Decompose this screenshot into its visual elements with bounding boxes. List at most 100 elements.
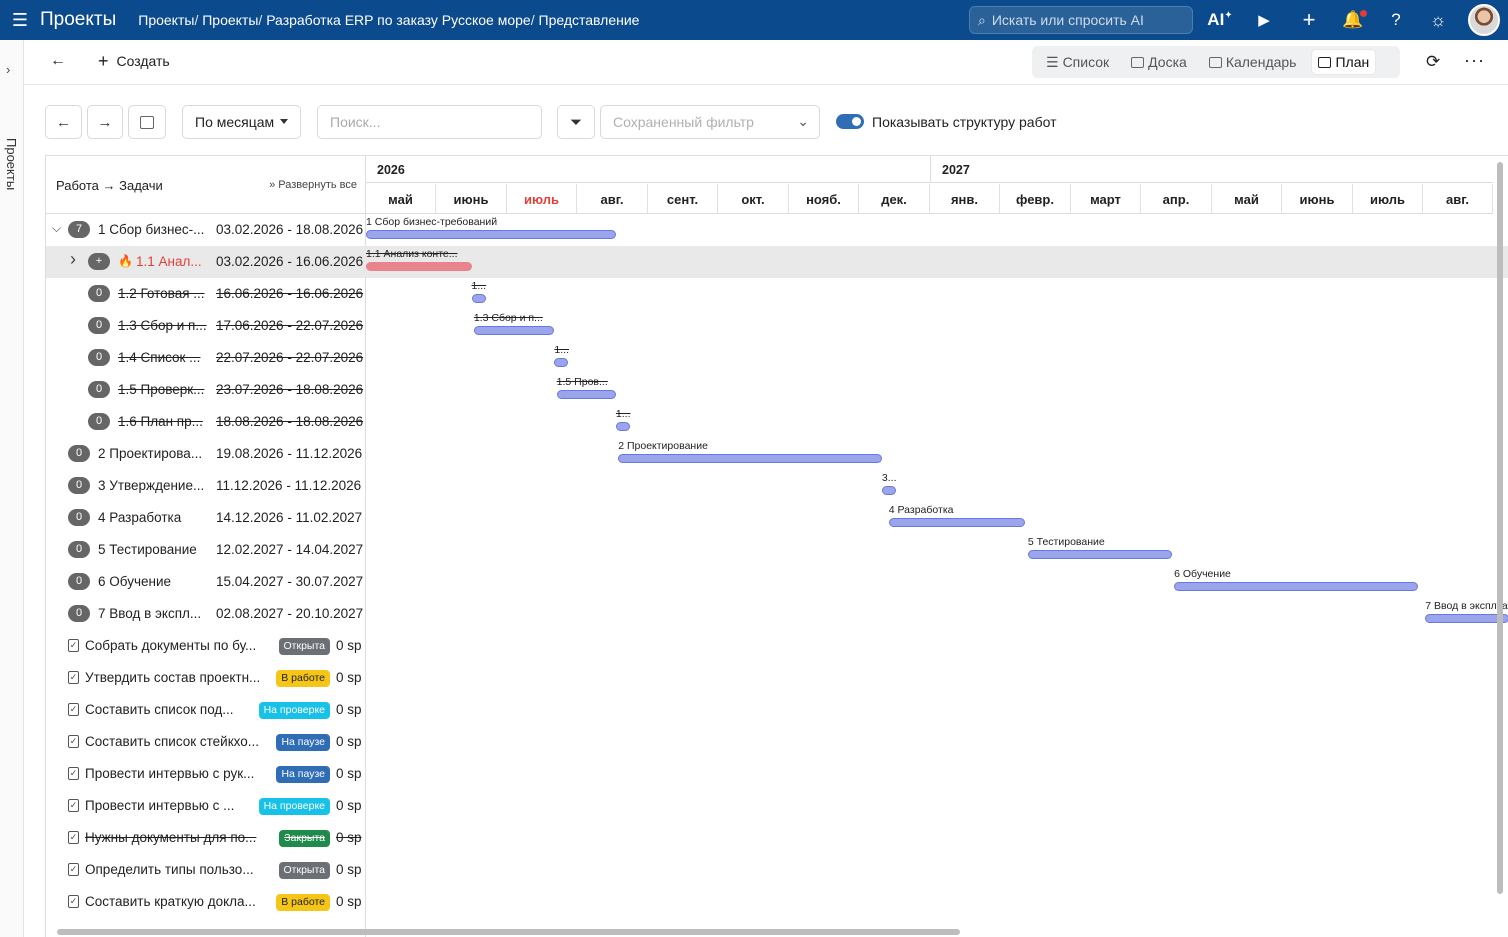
- status-badge[interactable]: Открыта: [278, 862, 330, 879]
- next-period-button[interactable]: →: [87, 105, 123, 139]
- prev-period-button[interactable]: ←: [45, 105, 82, 139]
- search-input[interactable]: Поиск...: [317, 105, 542, 139]
- work-row[interactable]: 0 7 Ввод в экспл... 02.08.2027 - 20.10.202…: [46, 598, 366, 630]
- scale-value: По месяцам: [195, 114, 275, 130]
- chevron-right-icon[interactable]: ›: [6, 62, 10, 77]
- work-row[interactable]: 0 1.5 Проверк... 23.07.2026 - 18.08.2026: [46, 374, 366, 406]
- count-badge: 0: [88, 381, 110, 398]
- gantt-bar[interactable]: [881, 486, 896, 495]
- expand-all-button[interactable]: » Развернуть все: [269, 179, 357, 191]
- show-structure-toggle[interactable]: [836, 114, 864, 129]
- breadcrumb-item[interactable]: Проекты: [202, 12, 258, 28]
- chevron-right-icon[interactable]: ›: [70, 249, 76, 270]
- task-row[interactable]: ✓ Утвердить состав проектн... В работе 0 sp: [46, 662, 366, 694]
- more-icon[interactable]: ···: [1464, 50, 1485, 71]
- gantt-bar[interactable]: [366, 262, 472, 271]
- gantt-bar-label: 6 Обучение: [1174, 568, 1231, 580]
- work-dates: 16.06.2026 - 16.06.2026: [216, 286, 364, 301]
- status-badge[interactable]: На проверке: [258, 798, 330, 815]
- play-icon[interactable]: ▶: [1250, 6, 1278, 34]
- work-row[interactable]: 0 6 Обучение 15.04.2027 - 30.07.2027: [46, 566, 366, 598]
- task-name: Провести интервью с рук...: [85, 766, 255, 781]
- task-checkbox-icon: ✓: [68, 799, 79, 812]
- gantt-bar[interactable]: [473, 326, 555, 335]
- status-badge[interactable]: В работе: [276, 670, 330, 687]
- gantt-bar[interactable]: [618, 454, 882, 463]
- task-row[interactable]: ✓ Нужны документы для по... Закрыта 0 sp: [46, 822, 366, 854]
- saved-filter-select[interactable]: Сохраненный фильтр ⌄: [600, 105, 820, 139]
- top-bar: ☰ Проекты Проекты/ Проекты/ Разработка E…: [0, 0, 1508, 40]
- task-row[interactable]: ✓ Составить краткую докла... В работе 0 sp: [46, 886, 366, 918]
- status-badge[interactable]: На проверке: [258, 702, 330, 719]
- tab-calendar[interactable]: Календарь: [1208, 54, 1296, 70]
- create-label: Создать: [116, 53, 170, 69]
- work-row[interactable]: › + 🔥 1.1 Анал... 03.02.2026 - 16.06.2026: [46, 246, 366, 278]
- horizontal-scrollbar[interactable]: [57, 929, 960, 935]
- menu-icon[interactable]: ☰: [0, 10, 40, 31]
- tab-plan[interactable]: План: [1312, 50, 1376, 74]
- left-rail-label[interactable]: Проекты: [4, 138, 19, 190]
- notification-dot: [1360, 10, 1367, 17]
- task-name: Составить список стейкхо...: [85, 734, 259, 749]
- task-checkbox-icon: ✓: [68, 703, 79, 716]
- gantt-bar[interactable]: [556, 390, 616, 399]
- ai-icon[interactable]: AI ✦: [1206, 6, 1234, 34]
- work-row[interactable]: 0 2 Проектирова... 19.08.2026 - 11.12.2026: [46, 438, 366, 470]
- task-row[interactable]: ✓ Собрать документы по бу... Открыта 0 sp: [46, 630, 366, 662]
- work-row[interactable]: 0 1.4 Список ... 22.07.2026 - 22.07.2026: [46, 342, 366, 374]
- status-badge[interactable]: В работе: [276, 894, 330, 911]
- avatar[interactable]: [1468, 4, 1500, 36]
- calendar-button[interactable]: [128, 105, 166, 139]
- help-icon[interactable]: ?: [1382, 6, 1410, 34]
- gantt-bar[interactable]: [1425, 614, 1508, 623]
- status-badge[interactable]: На паузе: [276, 734, 330, 751]
- work-name: 6 Обучение: [98, 574, 171, 589]
- plus-icon[interactable]: +: [1295, 6, 1323, 34]
- breadcrumb-separator: /: [530, 12, 535, 28]
- chevron-down-icon[interactable]: ⌵: [52, 221, 61, 236]
- month-header: февр.: [1000, 184, 1071, 214]
- create-button[interactable]: + Создать: [98, 52, 170, 70]
- highlighted-row: [366, 246, 1508, 278]
- status-badge[interactable]: На паузе: [276, 766, 330, 783]
- app-title[interactable]: Проекты: [40, 9, 116, 31]
- gantt-bar[interactable]: [615, 422, 630, 431]
- month-header: янв.: [930, 184, 1000, 214]
- task-row[interactable]: ✓ Определить типы пользо... Открыта 0 sp: [46, 854, 366, 886]
- breadcrumb-item[interactable]: Представление: [539, 12, 640, 28]
- global-search-input[interactable]: ⌕ Искать или спросить AI: [969, 6, 1193, 34]
- gantt-bar[interactable]: [1027, 550, 1172, 559]
- vertical-scrollbar[interactable]: [1497, 162, 1503, 894]
- task-row[interactable]: ✓ Составить список под... На проверке 0 sp: [46, 694, 366, 726]
- gantt-bar[interactable]: [1174, 582, 1419, 591]
- task-row[interactable]: ✓ Провести интервью с ... На проверке 0 sp: [46, 790, 366, 822]
- work-row[interactable]: 0 1.3 Сбор и п... 17.06.2026 - 22.07.2026: [46, 310, 366, 342]
- work-row[interactable]: 0 5 Тестирование 12.02.2027 - 14.04.2027: [46, 534, 366, 566]
- theme-sun-icon[interactable]: ☼: [1424, 6, 1452, 34]
- tab-list[interactable]: ☰ Список: [1046, 54, 1109, 71]
- filter-button[interactable]: ⏷: [557, 105, 595, 139]
- work-row[interactable]: 0 4 Разработка 14.12.2026 - 11.02.2027: [46, 502, 366, 534]
- breadcrumb-item[interactable]: Проекты: [138, 12, 194, 28]
- gantt-bar-label: 4 Разработка: [888, 504, 954, 516]
- count-badge: 0: [88, 413, 110, 430]
- gantt-bar[interactable]: [888, 518, 1026, 527]
- status-badge[interactable]: Закрыта: [279, 830, 330, 847]
- task-row[interactable]: ✓ Составить список стейкхо... На паузе 0 sp: [46, 726, 366, 758]
- story-points: 0 sp: [336, 638, 362, 653]
- back-arrow-icon[interactable]: ←: [50, 52, 66, 70]
- gantt-bar[interactable]: [471, 294, 486, 303]
- breadcrumb-item[interactable]: Разработка ERP по заказу Русское море: [266, 12, 531, 28]
- gantt-bar[interactable]: [366, 230, 616, 239]
- work-row[interactable]: 0 1.2 Готовая ... 16.06.2026 - 16.06.2026: [46, 278, 366, 310]
- work-row[interactable]: 0 3 Утверждение... 11.12.2026 - 11.12.2026: [46, 470, 366, 502]
- scale-select[interactable]: По месяцам: [182, 105, 301, 139]
- refresh-icon[interactable]: ⟳: [1426, 52, 1440, 72]
- status-badge[interactable]: Открыта: [278, 638, 330, 655]
- work-row[interactable]: ⌵ 7 1 Сбор бизнес-... 03.02.2026 - 18.08.20…: [46, 214, 366, 246]
- task-row[interactable]: ✓ Провести интервью с рук... На паузе 0 sp: [46, 758, 366, 790]
- tab-board[interactable]: Доска: [1131, 54, 1187, 70]
- work-row[interactable]: 0 1.6 План пр... 18.08.2026 - 18.08.2026: [46, 406, 366, 438]
- gantt-bar-label: 1...: [554, 344, 569, 356]
- gantt-bar[interactable]: [554, 358, 569, 367]
